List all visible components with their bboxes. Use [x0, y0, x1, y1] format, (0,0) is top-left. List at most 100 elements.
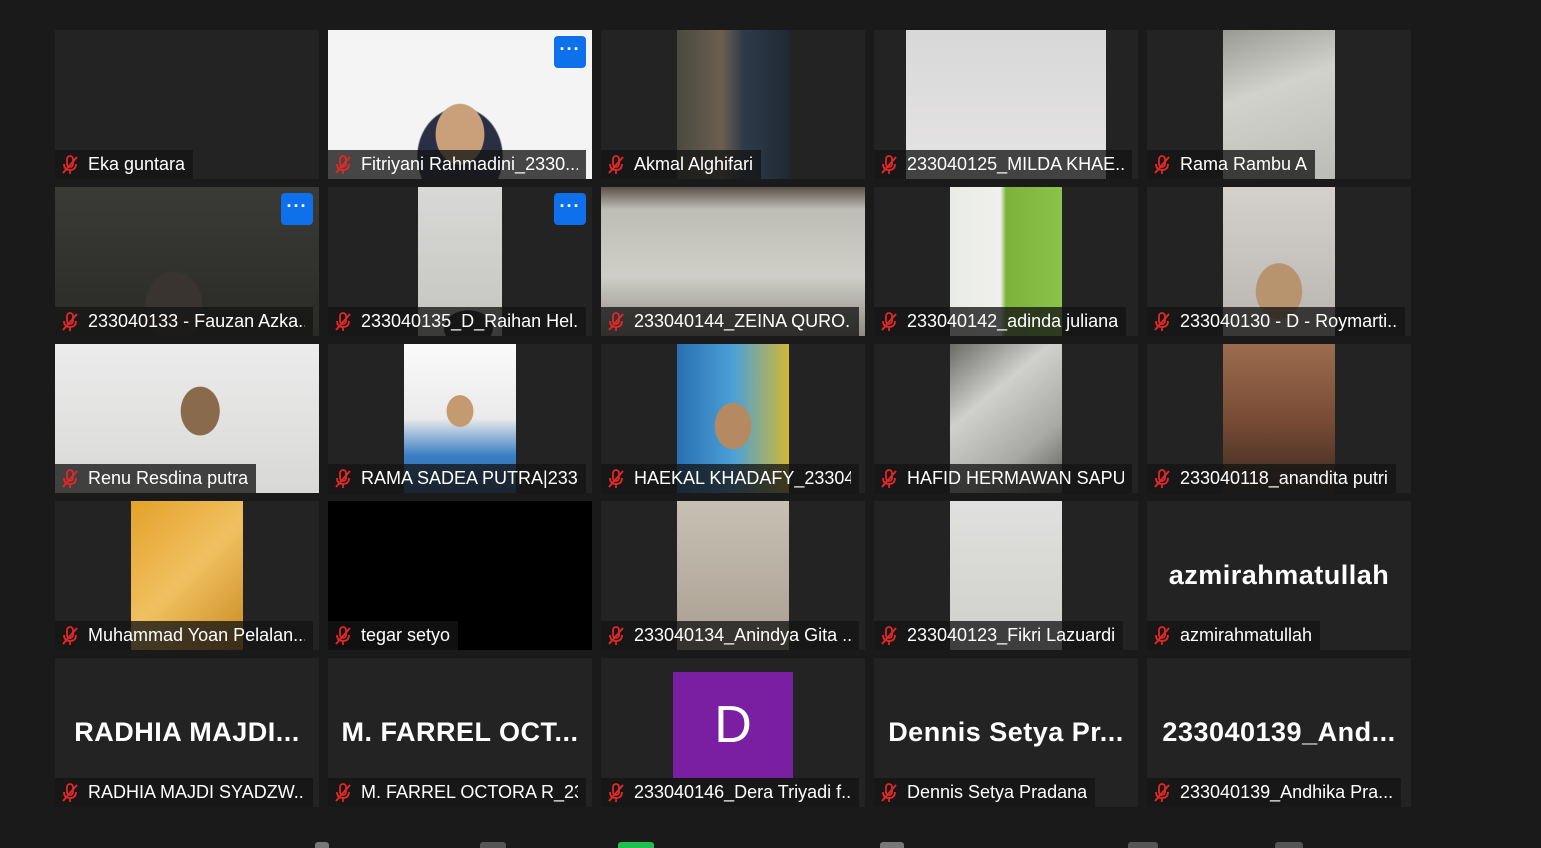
participant-name: 233040144_ZEINA QURO... — [634, 311, 851, 331]
participant-nametag: 233040139_Andhika Pra... — [1147, 778, 1402, 807]
participant-nametag: Eka guntara — [55, 150, 194, 179]
participant-display-name: Dennis Setya Pr... — [888, 716, 1124, 747]
mic-muted-icon — [881, 311, 897, 331]
participant-name: 233040134_Anindya Gita ... — [634, 625, 851, 645]
participant-tile[interactable]: Muhammad Yoan Pelalan... — [55, 501, 319, 650]
participant-nametag: 233040130 - D - Roymarti... — [1147, 307, 1405, 336]
participant-name: 233040146_Dera Triyadi f... — [634, 782, 851, 802]
mic-muted-icon — [62, 782, 78, 802]
participant-nametag: 233040146_Dera Triyadi f... — [601, 778, 859, 807]
participant-name: azmirahmatullah — [1180, 625, 1313, 645]
participant-nametag: Renu Resdina putra — [55, 464, 257, 493]
participant-name: Rama Rambu A — [1180, 154, 1308, 174]
more-options-button[interactable]: ··· — [554, 36, 586, 68]
participant-nametag: Rama Rambu A — [1147, 150, 1316, 179]
video-icon[interactable] — [480, 842, 506, 848]
participant-tile[interactable]: 233040125_MILDA KHAE... — [874, 30, 1138, 179]
participant-nametag: 233040135_D_Raihan Hel... — [328, 307, 586, 336]
participant-tile[interactable]: 233040134_Anindya Gita ... — [601, 501, 865, 650]
mute-icon[interactable] — [315, 842, 329, 848]
meeting-toolbar — [0, 840, 1541, 848]
participant-tile[interactable]: tegar setyo — [328, 501, 592, 650]
participant-tile[interactable]: Eka guntara — [55, 30, 319, 179]
participant-name: RADHIA MAJDI SYADZW... — [88, 782, 305, 802]
mic-muted-icon — [1154, 782, 1170, 802]
participant-tile[interactable]: RAMA SADEA PUTRA|233... — [328, 344, 592, 493]
participant-name: 233040123_Fikri Lazuardi — [907, 625, 1116, 645]
participant-tile[interactable]: Renu Resdina putra — [55, 344, 319, 493]
mic-muted-icon — [608, 154, 624, 174]
mic-muted-icon — [335, 782, 351, 802]
more-options-button[interactable]: ··· — [554, 193, 586, 225]
participant-nametag: Akmal Alghifari — [601, 150, 762, 179]
participant-nametag: 233040118_anandita putri — [1147, 464, 1396, 493]
mic-muted-icon — [335, 468, 351, 488]
participant-name: M. FARREL OCTORA R_23... — [361, 782, 578, 802]
mic-muted-icon — [62, 311, 78, 331]
participant-tile[interactable]: HAFID HERMAWAN SAPU... — [874, 344, 1138, 493]
participant-nametag: Fitriyani Rahmadini_2330... — [328, 150, 586, 179]
participant-name: Akmal Alghifari — [634, 154, 754, 174]
participant-tile[interactable]: Akmal Alghifari — [601, 30, 865, 179]
participant-name: 233040139_Andhika Pra... — [1180, 782, 1394, 802]
participant-tile[interactable]: ··· 233040133 - Fauzan Azka... — [55, 187, 319, 336]
mic-muted-icon — [62, 625, 78, 645]
participant-display-name: 233040139_And... — [1162, 716, 1396, 747]
participant-nametag: 233040144_ZEINA QURO... — [601, 307, 859, 336]
mic-muted-icon — [62, 154, 78, 174]
participant-name: 233040133 - Fauzan Azka... — [88, 311, 305, 331]
more-options-button[interactable]: ··· — [281, 193, 313, 225]
mic-muted-icon — [1154, 625, 1170, 645]
participant-nametag: 233040142_adinda juliana — [874, 307, 1127, 336]
participant-tile[interactable]: 233040142_adinda juliana — [874, 187, 1138, 336]
participant-tile[interactable]: 233040123_Fikri Lazuardi — [874, 501, 1138, 650]
participant-tile[interactable]: ··· Fitriyani Rahmadini_2330... — [328, 30, 592, 179]
participant-tile[interactable]: 233040118_anandita putri — [1147, 344, 1411, 493]
participant-display-name: RADHIA MAJDI... — [74, 716, 300, 747]
mic-muted-icon — [608, 782, 624, 802]
participant-name: 233040118_anandita putri — [1180, 468, 1388, 488]
mic-muted-icon — [1154, 311, 1170, 331]
mic-muted-icon — [608, 311, 624, 331]
participant-name: tegar setyo — [361, 625, 451, 645]
gallery-grid: Eka guntara ··· Fitriyani Rahmadini_2330..… — [55, 30, 1411, 807]
chat-icon[interactable] — [1128, 842, 1158, 848]
participant-nametag: Dennis Setya Pradana — [874, 778, 1096, 807]
participant-tile[interactable]: 233040144_ZEINA QURO... — [601, 187, 865, 336]
participant-nametag: HAEKAL KHADAFY_23304... — [601, 464, 859, 493]
participant-tile[interactable]: azmirahmatullah azmirahmatullah — [1147, 501, 1411, 650]
mic-muted-icon — [608, 468, 624, 488]
mic-muted-icon — [335, 625, 351, 645]
mic-muted-icon — [881, 782, 897, 802]
participant-nametag: Muhammad Yoan Pelalan... — [55, 621, 313, 650]
participant-nametag: 233040123_Fikri Lazuardi — [874, 621, 1124, 650]
participants-icon[interactable] — [880, 842, 904, 848]
participant-tile[interactable]: 233040139_And... 233040139_Andhika Pra... — [1147, 658, 1411, 807]
participant-tile[interactable]: HAEKAL KHADAFY_23304... — [601, 344, 865, 493]
participant-nametag: M. FARREL OCTORA R_23... — [328, 778, 586, 807]
mic-muted-icon — [1154, 468, 1170, 488]
participant-nametag: azmirahmatullah — [1147, 621, 1321, 650]
participant-tile[interactable]: ··· 233040135_D_Raihan Hel... — [328, 187, 592, 336]
mic-muted-icon — [335, 311, 351, 331]
mic-muted-icon — [881, 154, 897, 174]
participant-name: Muhammad Yoan Pelalan... — [88, 625, 305, 645]
participant-tile[interactable]: Dennis Setya Pr... Dennis Setya Pradana — [874, 658, 1138, 807]
participant-tile[interactable]: 233040130 - D - Roymarti... — [1147, 187, 1411, 336]
reactions-icon[interactable] — [1275, 842, 1303, 848]
participant-tile[interactable]: Rama Rambu A — [1147, 30, 1411, 179]
participant-nametag: RADHIA MAJDI SYADZW... — [55, 778, 313, 807]
participant-name: 233040135_D_Raihan Hel... — [361, 311, 578, 331]
share-screen-icon[interactable] — [618, 842, 654, 848]
avatar: D — [673, 672, 793, 778]
mic-muted-icon — [62, 468, 78, 488]
participant-nametag: 233040125_MILDA KHAE... — [874, 150, 1132, 179]
participant-nametag: tegar setyo — [328, 621, 459, 650]
participant-tile[interactable]: M. FARREL OCT... M. FARREL OCTORA R_23... — [328, 658, 592, 807]
participant-nametag: 233040134_Anindya Gita ... — [601, 621, 859, 650]
participant-name: RAMA SADEA PUTRA|233... — [361, 468, 578, 488]
participant-name: 233040125_MILDA KHAE... — [907, 154, 1124, 174]
participant-tile[interactable]: RADHIA MAJDI... RADHIA MAJDI SYADZW... — [55, 658, 319, 807]
participant-nametag: 233040133 - Fauzan Azka... — [55, 307, 313, 336]
participant-tile[interactable]: D 233040146_Dera Triyadi f... — [601, 658, 865, 807]
